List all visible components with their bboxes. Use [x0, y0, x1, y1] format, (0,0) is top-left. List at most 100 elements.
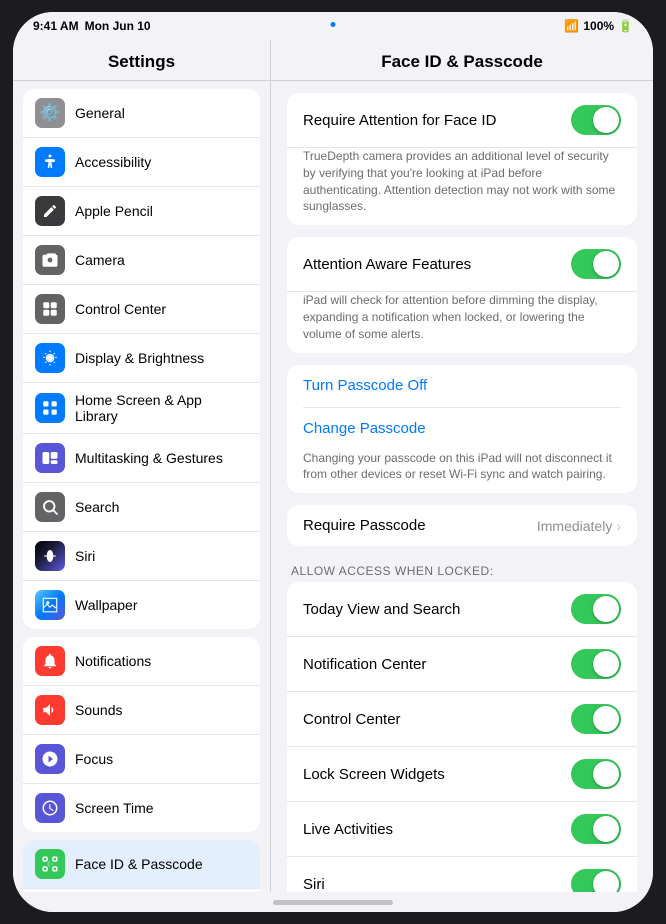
sidebar-label-screen-time: Screen Time — [75, 800, 154, 816]
sidebar-label-general: General — [75, 105, 125, 121]
toggle-control-center[interactable] — [571, 704, 621, 734]
row-change-passcode[interactable]: Change Passcode — [287, 408, 637, 450]
card-passcode-links: Turn Passcode Off Change Passcode Changi… — [287, 365, 637, 494]
label-require-attention: Require Attention for Face ID — [303, 112, 496, 129]
sidebar-item-accessibility[interactable]: Accessibility — [23, 138, 260, 187]
card-require-passcode: Require Passcode Immediately › — [287, 505, 637, 546]
detail-title: Face ID & Passcode — [271, 40, 653, 81]
siri-icon — [35, 541, 65, 571]
sidebar-label-face-id: Face ID & Passcode — [75, 856, 203, 872]
label-siri: Siri — [303, 876, 325, 892]
toggle-siri[interactable] — [571, 869, 621, 892]
sidebar-label-home-screen: Home Screen & App Library — [75, 392, 248, 424]
sidebar-item-apple-pencil[interactable]: Apple Pencil — [23, 187, 260, 236]
thumb-lock-screen-widgets — [593, 761, 619, 787]
sidebar-item-sounds[interactable]: Sounds — [23, 686, 260, 735]
section-header-allow-access: ALLOW ACCESS WHEN LOCKED: — [287, 558, 637, 582]
status-left: 9:41 AM Mon Jun 10 — [33, 19, 151, 33]
status-dot — [331, 22, 336, 27]
label-live-activities: Live Activities — [303, 821, 393, 838]
sidebar-group-3: Face ID & Passcode Privacy & Security — [23, 840, 260, 892]
label-change-passcode: Change Passcode — [303, 420, 426, 437]
row-require-passcode[interactable]: Require Passcode Immediately › — [287, 505, 637, 546]
desc-require-attention: TrueDepth camera provides an additional … — [287, 148, 637, 225]
desc-attention-aware: iPad will check for attention before dim… — [287, 292, 637, 352]
toggle-lock-screen-widgets[interactable] — [571, 759, 621, 789]
sidebar-item-search[interactable]: Search — [23, 483, 260, 532]
sidebar-group-2: Notifications Sounds Focus — [23, 637, 260, 832]
camera-icon — [35, 245, 65, 275]
status-right: 📶 100% 🔋 — [564, 19, 633, 33]
status-time: 9:41 AM — [33, 19, 79, 33]
display-brightness-icon — [35, 343, 65, 373]
toggle-thumb-require-attention — [593, 107, 619, 133]
toggle-attention-aware[interactable] — [571, 249, 621, 279]
detail-content: Require Attention for Face ID TrueDepth … — [271, 81, 653, 892]
label-today-view: Today View and Search — [303, 601, 460, 618]
row-live-activities: Live Activities — [287, 802, 637, 857]
sidebar-title: Settings — [13, 40, 270, 81]
sidebar-item-wallpaper[interactable]: Wallpaper — [23, 581, 260, 629]
sidebar-item-multitasking[interactable]: Multitasking & Gestures — [23, 434, 260, 483]
sidebar-label-camera: Camera — [75, 252, 125, 268]
status-bar: 9:41 AM Mon Jun 10 📶 100% 🔋 — [13, 12, 653, 40]
home-indicator — [13, 892, 653, 912]
search-icon — [35, 492, 65, 522]
toggle-notification-center[interactable] — [571, 649, 621, 679]
status-date: Mon Jun 10 — [85, 19, 151, 33]
label-attention-aware: Attention Aware Features — [303, 256, 471, 273]
label-notification-center: Notification Center — [303, 656, 426, 673]
sidebar-label-focus: Focus — [75, 751, 113, 767]
toggle-live-activities[interactable] — [571, 814, 621, 844]
thumb-today-view — [593, 596, 619, 622]
row-attention-aware: Attention Aware Features — [287, 237, 637, 292]
card-attention-aware: Attention Aware Features iPad will check… — [287, 237, 637, 352]
sidebar-label-apple-pencil: Apple Pencil — [75, 203, 153, 219]
label-control-center: Control Center — [303, 711, 401, 728]
general-icon: ⚙️ — [35, 98, 65, 128]
sidebar-item-screen-time[interactable]: Screen Time — [23, 784, 260, 832]
sidebar-item-focus[interactable]: Focus — [23, 735, 260, 784]
sidebar-item-home-screen[interactable]: Home Screen & App Library — [23, 383, 260, 434]
toggle-require-attention[interactable] — [571, 105, 621, 135]
thumb-control-center — [593, 706, 619, 732]
sidebar-item-camera[interactable]: Camera — [23, 236, 260, 285]
wifi-icon: 📶 — [564, 19, 579, 33]
sidebar-label-multitasking: Multitasking & Gestures — [75, 450, 223, 466]
label-require-passcode: Require Passcode — [303, 517, 426, 534]
row-turn-passcode-off[interactable]: Turn Passcode Off — [287, 365, 637, 407]
value-require-passcode: Immediately › — [537, 518, 621, 534]
sidebar-label-display-brightness: Display & Brightness — [75, 350, 204, 366]
face-id-icon — [35, 849, 65, 879]
sidebar-item-notifications[interactable]: Notifications — [23, 637, 260, 686]
home-screen-icon — [35, 393, 65, 423]
sidebar-item-face-id[interactable]: Face ID & Passcode — [23, 840, 260, 889]
thumb-live-activities — [593, 816, 619, 842]
sidebar: Settings ⚙️ General Accessibility — [13, 40, 271, 892]
sidebar-label-siri: Siri — [75, 548, 95, 564]
control-center-icon — [35, 294, 65, 324]
detail-panel: Face ID & Passcode Require Attention for… — [271, 40, 653, 892]
sidebar-label-search: Search — [75, 499, 119, 515]
sidebar-item-siri[interactable]: Siri — [23, 532, 260, 581]
home-bar — [273, 900, 393, 905]
sounds-icon — [35, 695, 65, 725]
toggle-today-view[interactable] — [571, 594, 621, 624]
multitasking-icon — [35, 443, 65, 473]
wallpaper-icon — [35, 590, 65, 620]
desc-passcode: Changing your passcode on this iPad will… — [287, 450, 637, 494]
row-siri: Siri — [287, 857, 637, 892]
focus-icon — [35, 744, 65, 774]
sidebar-scroll[interactable]: ⚙️ General Accessibility Apple Pencil — [13, 81, 270, 892]
chevron-require-passcode: › — [616, 518, 621, 534]
sidebar-label-sounds: Sounds — [75, 702, 122, 718]
card-allow-access: Today View and Search Notification Cente… — [287, 582, 637, 892]
sidebar-item-display-brightness[interactable]: Display & Brightness — [23, 334, 260, 383]
sidebar-item-control-center[interactable]: Control Center — [23, 285, 260, 334]
label-lock-screen-widgets: Lock Screen Widgets — [303, 766, 445, 783]
card-require-attention: Require Attention for Face ID TrueDepth … — [287, 93, 637, 225]
toggle-thumb-attention-aware — [593, 251, 619, 277]
require-passcode-value: Immediately — [537, 518, 612, 534]
sidebar-item-general[interactable]: ⚙️ General — [23, 89, 260, 138]
notifications-icon — [35, 646, 65, 676]
